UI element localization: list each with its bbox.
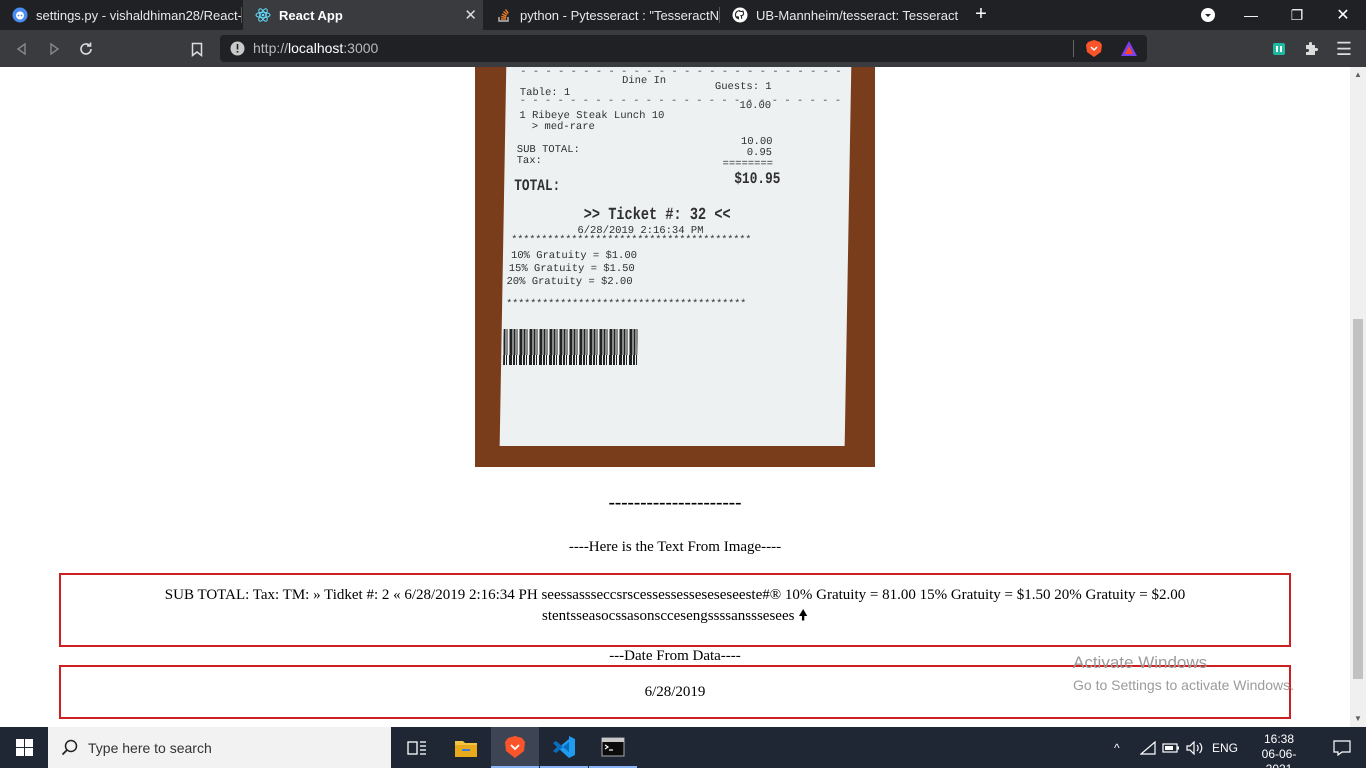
brave-rewards-icon[interactable] <box>1120 40 1138 62</box>
restore-button[interactable]: ❐ <box>1274 0 1320 30</box>
vertical-scrollbar[interactable]: ▲ ▼ <box>1350 67 1366 727</box>
activate-windows-title: Activate Windows <box>1073 653 1208 672</box>
media-extension-icon[interactable] <box>1268 38 1290 60</box>
notifications-icon[interactable] <box>1318 727 1366 768</box>
network-icon[interactable] <box>1140 727 1156 768</box>
barcode <box>503 329 638 365</box>
file-explorer-icon[interactable] <box>442 727 490 768</box>
tab-strip: settings.py - vishaldhiman28/React-an Re… <box>0 0 1366 30</box>
close-tab-icon[interactable]: ✕ <box>464 6 477 24</box>
receipt-paper: - - - - - - - - - - - - - - - - - - - - … <box>499 67 852 446</box>
address-bar[interactable]: http://localhost:3000 <box>220 35 1147 62</box>
tab-title: settings.py - vishaldhiman28/React-an <box>36 7 242 23</box>
github-icon <box>732 7 748 23</box>
receipt-image: - - - - - - - - - - - - - - - - - - - - … <box>475 67 875 467</box>
clock-date: 06-06-2021 <box>1261 747 1297 776</box>
new-tab-button[interactable]: + <box>970 3 992 26</box>
vscode-icon[interactable] <box>540 727 588 768</box>
minimize-button[interactable]: — <box>1228 0 1274 30</box>
ocr-text: SUB TOTAL: Tax: TM: » Tidket #: 2 « 6/28… <box>164 587 1186 624</box>
tab-settings-py[interactable]: settings.py - vishaldhiman28/React-an <box>0 0 242 30</box>
scrollbar-thumb[interactable] <box>1353 319 1363 679</box>
tab-search-icon[interactable] <box>1185 0 1231 30</box>
show-hidden-icons[interactable]: ^ <box>1114 727 1120 768</box>
tab-ub-mannheim[interactable]: UB-Mannheim/tesseract: Tesseract Op <box>720 0 962 30</box>
back-button[interactable] <box>11 38 33 60</box>
info-icon[interactable] <box>230 41 245 61</box>
terminal-icon[interactable] <box>589 727 637 768</box>
github-octocat-icon <box>12 7 28 23</box>
taskbar: Type here to search ^ ENG 16:38 06-06-20… <box>0 727 1366 776</box>
battery-icon[interactable] <box>1162 727 1180 768</box>
task-view-icon[interactable] <box>393 727 441 768</box>
activate-windows-subtitle: Go to Settings to activate Windows. <box>1073 677 1294 693</box>
extensions-icon[interactable] <box>1300 38 1322 60</box>
text-heading: ----Here is the Text From Image---- <box>568 539 782 555</box>
page-content: - - - - - - - - - - - - - - - - - - - - … <box>0 67 1350 727</box>
search-icon <box>61 739 78 761</box>
tab-stackoverflow[interactable]: python - Pytesseract : "TesseractNotFo <box>484 0 720 30</box>
volume-icon[interactable] <box>1186 727 1204 768</box>
bookmark-icon[interactable] <box>186 38 208 60</box>
language-indicator[interactable]: ENG <box>1212 727 1238 768</box>
navigation-bar: http://localhost:3000 ☰ <box>0 30 1366 67</box>
divider-line: --------------------- <box>608 492 742 513</box>
brave-shields-icon[interactable] <box>1085 39 1103 63</box>
brave-browser-icon[interactable] <box>491 727 539 768</box>
ocr-text-box: SUB TOTAL: Tax: TM: » Tidket #: 2 « 6/28… <box>59 573 1291 647</box>
reload-button[interactable] <box>75 38 97 60</box>
taskbar-search-box[interactable]: Type here to search <box>48 727 391 768</box>
tab-title: React App <box>279 7 343 23</box>
tab-title: UB-Mannheim/tesseract: Tesseract Op <box>756 7 962 23</box>
react-icon <box>255 7 271 23</box>
windows-start-icon[interactable] <box>0 727 48 768</box>
forward-button[interactable] <box>43 38 65 60</box>
clock-time: 16:38 <box>1263 732 1295 746</box>
close-window-button[interactable]: ✕ <box>1320 0 1366 30</box>
url-text: http://localhost:3000 <box>253 40 379 56</box>
tab-title: python - Pytesseract : "TesseractNotFo <box>520 7 720 23</box>
stackoverflow-icon <box>496 7 512 23</box>
tab-react-app[interactable]: React App ✕ <box>243 0 483 30</box>
clock[interactable]: 16:38 06-06-2021 <box>1250 732 1308 777</box>
search-placeholder: Type here to search <box>88 740 212 756</box>
menu-icon[interactable]: ☰ <box>1333 38 1355 60</box>
